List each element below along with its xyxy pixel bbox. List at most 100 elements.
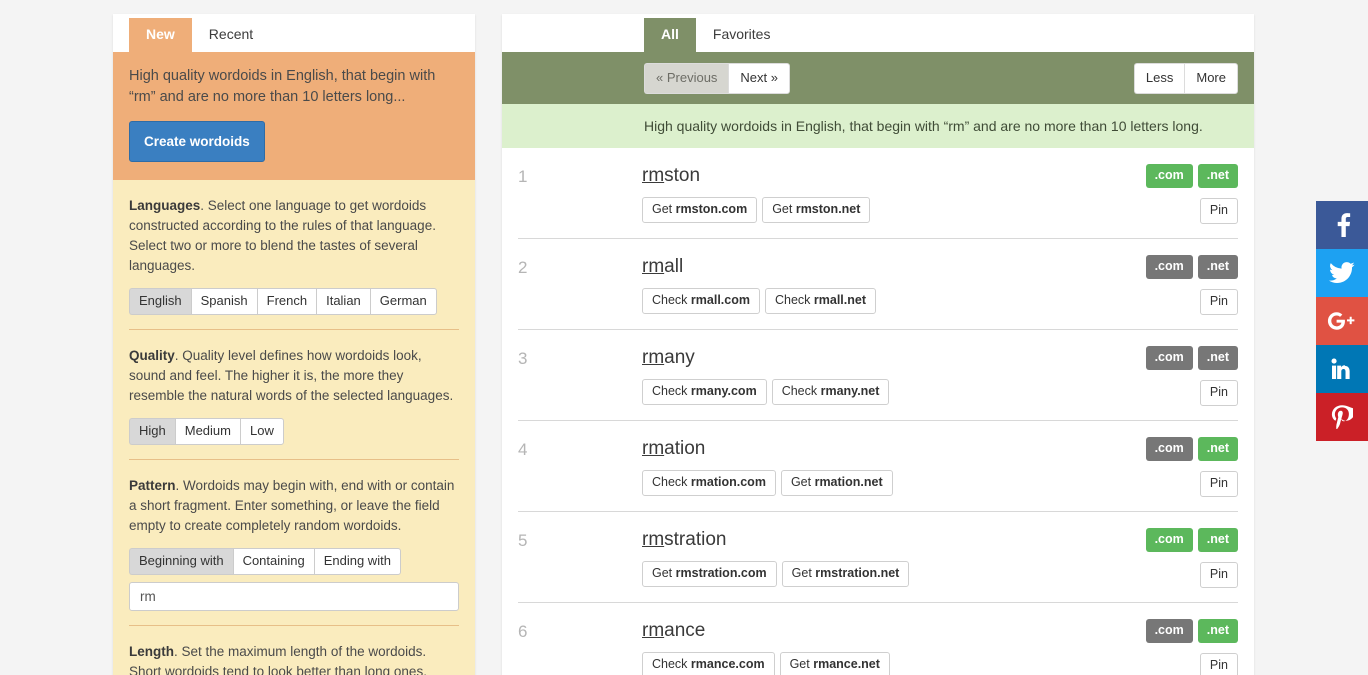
wordoid-link[interactable]: rmany (642, 346, 695, 369)
wordoid-prefix: rm (642, 256, 665, 277)
linkedin-share-button[interactable] (1316, 345, 1368, 393)
com-action-button[interactable]: Get rmston.com (642, 197, 758, 223)
tab-new[interactable]: New (129, 18, 192, 52)
net-action-button[interactable]: Get rmstration.net (781, 561, 910, 587)
pattern-option-containing[interactable]: Containing (232, 548, 314, 575)
domain-action-group: Get rmstration.com Get rmstration.net (642, 561, 1048, 587)
net-status-badge[interactable]: .net (1197, 255, 1238, 279)
com-action-verb: Check (652, 475, 688, 489)
pin-button[interactable]: Pin (1199, 471, 1238, 497)
length-title: Length (129, 644, 174, 659)
results-tabs: All Favorites (502, 14, 1254, 52)
com-status-badge[interactable]: .com (1145, 164, 1193, 188)
quality-button-group: High Medium Low (129, 418, 459, 445)
tab-recent[interactable]: Recent (192, 18, 270, 52)
pattern-option-ending-with[interactable]: Ending with (313, 548, 401, 575)
languages-button-group: English Spanish French Italian German (129, 288, 459, 315)
wordoid-link[interactable]: rmston (642, 164, 700, 187)
language-option-english[interactable]: English (129, 288, 191, 315)
availability-badges: .com .net (1145, 619, 1238, 643)
result-side: .com .net Pin (1048, 437, 1238, 497)
com-status-badge[interactable]: .com (1145, 619, 1193, 643)
quality-option-high[interactable]: High (129, 418, 175, 445)
com-action-button[interactable]: Check rmance.com (642, 652, 775, 675)
com-action-button[interactable]: Get rmstration.com (642, 561, 777, 587)
net-action-verb: Get (772, 202, 793, 216)
wordoid-link[interactable]: rmation (642, 437, 705, 460)
net-action-verb: Get (790, 475, 812, 489)
more-button[interactable]: More (1184, 62, 1238, 94)
googleplus-share-button[interactable] (1316, 297, 1368, 345)
result-side: .com .net Pin (1048, 528, 1238, 588)
result-main: rmall Check rmall.com Check rmall.net (642, 255, 1048, 314)
facebook-share-button[interactable] (1316, 201, 1368, 249)
pin-button[interactable]: Pin (1199, 562, 1238, 588)
pattern-option-beginning-with[interactable]: Beginning with (129, 548, 233, 575)
wordoid-link[interactable]: rmance (642, 619, 705, 642)
pattern-input[interactable] (129, 582, 459, 611)
pattern-desc-text: . Wordoids may begin with, end with or c… (129, 478, 455, 533)
com-status-badge[interactable]: .com (1145, 437, 1193, 461)
quality-option-low[interactable]: Low (240, 418, 284, 445)
table-row: 1 rmston Get rmston.com Get rmston.net .… (518, 148, 1238, 239)
linkedin-icon (1331, 358, 1353, 380)
net-status-badge[interactable]: .net (1197, 619, 1238, 643)
wordoid-rest: any (664, 347, 695, 368)
com-domain-name: rmall.com (690, 293, 750, 307)
pattern-description: Pattern. Wordoids may begin with, end wi… (129, 476, 459, 536)
twitter-share-button[interactable] (1316, 249, 1368, 297)
com-action-button[interactable]: Check rmation.com (642, 470, 776, 496)
wordoid-link[interactable]: rmstration (642, 528, 726, 551)
results-panel: All Favorites « Previous Next » Less Mor… (502, 14, 1254, 675)
wordoid-rest: ation (664, 438, 706, 459)
net-domain-name: rmance.net (813, 657, 880, 671)
table-row: 6 rmance Check rmance.com Get rmance.net… (518, 603, 1238, 675)
domain-action-group: Check rmany.com Check rmany.net (642, 379, 1048, 405)
wordoid-prefix: rm (642, 347, 665, 368)
wordoid-link[interactable]: rmall (642, 255, 683, 278)
net-action-button[interactable]: Get rmston.net (762, 197, 871, 223)
quality-option-medium[interactable]: Medium (174, 418, 240, 445)
language-option-italian[interactable]: Italian (316, 288, 370, 315)
net-action-button[interactable]: Check rmany.net (771, 379, 890, 405)
pinterest-share-button[interactable] (1316, 393, 1368, 441)
net-domain-name: rmany.net (820, 384, 880, 398)
wordoid-prefix: rm (642, 438, 665, 459)
net-status-badge[interactable]: .net (1197, 164, 1238, 188)
twitter-icon (1329, 262, 1355, 284)
pin-button[interactable]: Pin (1199, 380, 1238, 406)
net-status-badge[interactable]: .net (1197, 346, 1238, 370)
language-option-german[interactable]: German (369, 288, 437, 315)
net-status-badge[interactable]: .net (1197, 437, 1238, 461)
pin-button[interactable]: Pin (1199, 198, 1238, 224)
com-status-badge[interactable]: .com (1145, 528, 1193, 552)
tab-favorites[interactable]: Favorites (696, 18, 788, 52)
pin-button[interactable]: Pin (1199, 653, 1238, 675)
less-button[interactable]: Less (1133, 62, 1185, 94)
result-rank: 1 (518, 167, 528, 186)
domain-action-group: Check rmance.com Get rmance.net (642, 652, 1048, 675)
create-wordoids-button[interactable]: Create wordoids (129, 121, 265, 162)
generator-panel: New Recent High quality wordoids in Engl… (113, 14, 475, 675)
com-status-badge[interactable]: .com (1145, 346, 1193, 370)
pin-button[interactable]: Pin (1199, 289, 1238, 315)
density-group: Less More (1133, 62, 1238, 94)
language-option-french[interactable]: French (256, 288, 317, 315)
quality-description: Quality. Quality level defines how wordo… (129, 346, 459, 406)
tab-all[interactable]: All (644, 18, 696, 52)
com-action-button[interactable]: Check rmall.com (642, 288, 760, 314)
language-option-spanish[interactable]: Spanish (190, 288, 257, 315)
previous-page-button[interactable]: « Previous (644, 62, 729, 94)
net-action-button[interactable]: Get rmation.net (780, 470, 893, 496)
com-action-button[interactable]: Check rmany.com (642, 379, 767, 405)
availability-badges: .com .net (1145, 255, 1238, 279)
net-action-verb: Check (781, 384, 818, 398)
next-page-button[interactable]: Next » (728, 62, 790, 94)
com-status-badge[interactable]: .com (1145, 255, 1193, 279)
wordoid-prefix: rm (642, 620, 665, 641)
result-rank: 6 (518, 622, 528, 641)
net-status-badge[interactable]: .net (1197, 528, 1238, 552)
net-action-button[interactable]: Get rmance.net (779, 652, 890, 675)
quality-title: Quality (129, 348, 175, 363)
net-action-button[interactable]: Check rmall.net (764, 288, 877, 314)
